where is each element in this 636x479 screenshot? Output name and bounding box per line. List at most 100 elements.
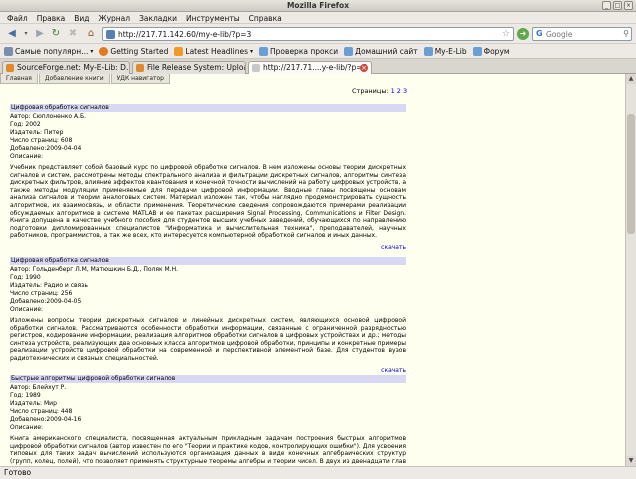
- download-link[interactable]: скачать: [10, 367, 406, 374]
- stop-icon[interactable]: ✖: [66, 27, 80, 41]
- minimize-button[interactable]: _: [602, 1, 611, 10]
- maximize-button[interactable]: □: [613, 1, 622, 10]
- bookmark-latest-headlines[interactable]: Latest Headlines ▾: [174, 46, 254, 56]
- status-bar: Готово: [0, 466, 636, 479]
- chevron-down-icon: ▾: [90, 47, 94, 55]
- book-year: Год: 2002: [10, 121, 41, 128]
- menu-history[interactable]: Журнал: [95, 12, 136, 23]
- search-input[interactable]: [546, 29, 621, 40]
- book-added: Добавлено:2009-04-16: [10, 416, 82, 423]
- download-link[interactable]: скачать: [10, 244, 406, 251]
- book-description-label: Описание:: [10, 306, 44, 313]
- bookmark-my-e-lib[interactable]: My-E-Lib: [423, 46, 467, 56]
- book-description: Учебник представляет собой базовый курс …: [10, 164, 406, 240]
- window-controls: _ □ ×: [602, 1, 633, 10]
- menu-file[interactable]: Файл: [3, 12, 33, 23]
- bookmark-home-site[interactable]: Домашний сайт: [344, 46, 418, 56]
- home-icon[interactable]: ⌂: [84, 27, 98, 41]
- nav-link-home[interactable]: Главная: [0, 74, 38, 84]
- menu-bookmarks[interactable]: Закладки: [135, 12, 182, 23]
- page-icon: [259, 46, 269, 56]
- tab-file-release[interactable]: File Release System: Upload ...: [132, 61, 246, 74]
- menu-tools[interactable]: Инструменты: [182, 12, 245, 23]
- page-link-3[interactable]: 3: [403, 87, 407, 95]
- book-pages: Число страниц: 256: [10, 290, 73, 297]
- status-text: Готово: [4, 468, 32, 477]
- site-favicon-icon: [106, 30, 115, 39]
- chevron-down-icon: ▾: [250, 47, 254, 55]
- menu-edit[interactable]: Правка: [33, 12, 71, 23]
- page-icon: [344, 46, 354, 56]
- close-window-button[interactable]: ×: [624, 1, 633, 10]
- scroll-up-arrow-icon[interactable]: ▲: [626, 74, 636, 84]
- vertical-scrollbar[interactable]: ▲ ▼: [625, 74, 636, 466]
- window-title: Mozilla Firefox: [286, 1, 350, 10]
- book-description-label: Описание:: [10, 153, 44, 160]
- bookmark-star-icon[interactable]: ☆: [502, 29, 510, 40]
- book-pages: Число страниц: 448: [10, 408, 73, 415]
- window-titlebar: Mozilla Firefox _ □ ×: [0, 0, 636, 12]
- blank-page-icon: [252, 64, 260, 72]
- bookmark-proxy-check[interactable]: Проверка прокси: [259, 46, 338, 56]
- go-button[interactable]: ➜: [517, 28, 529, 40]
- nav-link-add-book[interactable]: Добавление книги: [38, 74, 110, 84]
- url-bar[interactable]: ☆: [102, 27, 514, 41]
- firefox-icon: [99, 46, 109, 56]
- page-icon: [423, 46, 433, 56]
- google-search-engine-icon[interactable]: G: [536, 29, 543, 38]
- book-description-label: Описание:: [10, 424, 44, 431]
- search-icon[interactable]: ⚲: [623, 29, 629, 38]
- book-publisher: Издатель: Радио и связь: [10, 282, 88, 289]
- pagination: Страницы: 1 2 3: [352, 87, 407, 95]
- close-tab-icon[interactable]: ×: [360, 64, 368, 72]
- bookmark-getting-started[interactable]: Getting Started: [99, 46, 168, 56]
- page-content: Главная Добавление книги УДК навигатор С…: [0, 74, 636, 466]
- book-author: Автор: Сюплоненко А.Б.: [10, 113, 86, 120]
- navigation-toolbar: ◀ ▾ ▶ ↻ ✖ ⌂ ☆ ➜ G ⚲: [0, 24, 636, 44]
- tab-sourceforge[interactable]: SourceForge.net: My-E-Lib: D...: [2, 61, 130, 74]
- book-year: Год: 1990: [10, 274, 41, 281]
- scroll-down-arrow-icon[interactable]: ▼: [626, 456, 636, 466]
- tab-my-e-lib[interactable]: http://217.71....y-e-lib/?p=3 ×: [248, 61, 372, 75]
- book-description: Изложены вопросы теории дискретных сигна…: [10, 317, 406, 362]
- menu-help[interactable]: Справка: [245, 12, 287, 23]
- back-history-dropdown-icon[interactable]: ▾: [22, 27, 30, 41]
- book-added: Добавлено:2009-04-05: [10, 298, 82, 305]
- page-link-2[interactable]: 2: [397, 87, 401, 95]
- back-arrow-icon[interactable]: ◀: [4, 27, 20, 41]
- book-title: Цифровая обработка сигналов: [10, 257, 406, 265]
- search-box[interactable]: G ⚲: [532, 27, 632, 41]
- folder-icon: [4, 46, 13, 56]
- rss-feed-icon: [174, 46, 184, 56]
- scrollbar-thumb[interactable]: [627, 114, 635, 234]
- book-description: Книга американского специалиста, посвяще…: [10, 435, 406, 466]
- tab-bar: SourceForge.net: My-E-Lib: D... File Rel…: [0, 59, 636, 75]
- reload-icon[interactable]: ↻: [49, 27, 63, 41]
- site-navigation: Главная Добавление книги УДК навигатор: [0, 74, 171, 84]
- nav-link-udc-navigator[interactable]: УДК навигатор: [110, 74, 170, 84]
- page-link-1[interactable]: 1: [391, 87, 395, 95]
- book-author: Автор: Гольденберг Л.М, Матюшкин Б.Д., П…: [10, 266, 179, 273]
- book-pages: Число страниц: 608: [10, 137, 73, 144]
- book-title: Быстрые алгоритмы цифровой обработки сиг…: [10, 375, 406, 383]
- menu-bar: Файл Правка Вид Журнал Закладки Инструме…: [0, 12, 636, 24]
- pagination-label: Страницы:: [352, 87, 389, 95]
- book-added: Добавлено:2009-04-04: [10, 145, 82, 152]
- url-input[interactable]: [118, 29, 498, 40]
- sourceforge-icon: [136, 64, 144, 72]
- book-entry: Цифровая обработка сигналов Автор: Гольд…: [10, 257, 406, 374]
- page-icon: [472, 46, 482, 56]
- book-title: Цифровая обработка сигналов: [10, 104, 406, 112]
- bookmark-most-visited[interactable]: Самые популярн... ▾: [4, 46, 94, 56]
- book-author: Автор: Блейхут Р.: [10, 384, 67, 391]
- book-publisher: Издатель: Мир: [10, 400, 57, 407]
- bookmarks-toolbar: Самые популярн... ▾ Getting Started Lates…: [0, 44, 636, 59]
- book-entry: Быстрые алгоритмы цифровой обработки сиг…: [10, 375, 406, 466]
- book-year: Год: 1989: [10, 392, 41, 399]
- menu-view[interactable]: Вид: [70, 12, 94, 23]
- bookmark-forum[interactable]: Форум: [472, 46, 510, 56]
- book-publisher: Издатель: Питер: [10, 129, 64, 136]
- book-entry: Цифровая обработка сигналов Автор: Сюпло…: [10, 104, 406, 251]
- forward-arrow-icon[interactable]: ▶: [33, 27, 47, 41]
- sourceforge-icon: [6, 64, 14, 72]
